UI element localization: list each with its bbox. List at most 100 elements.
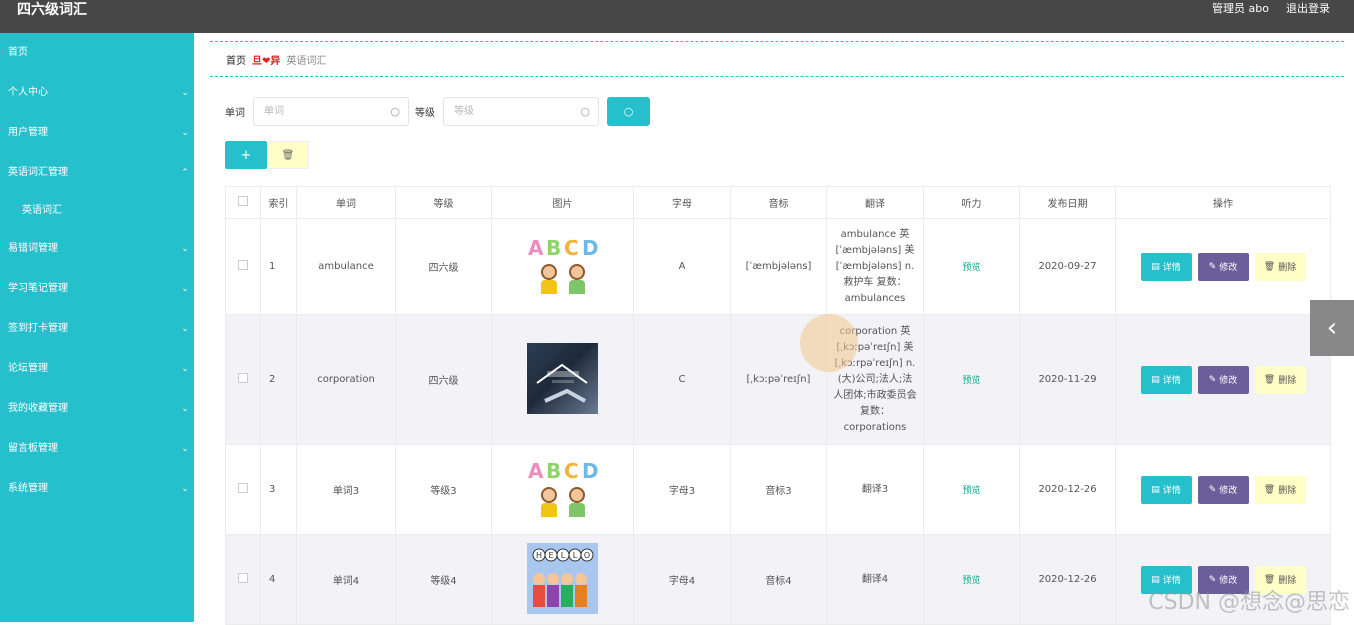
translation-text: 翻译3 <box>827 482 923 498</box>
sidebar-item-system[interactable]: 系统管理⌄ <box>0 469 194 509</box>
preview-link[interactable]: 预览 <box>962 376 980 386</box>
edit-button[interactable]: ✎修改 <box>1198 366 1249 394</box>
row-index: 2 <box>261 315 297 445</box>
collapse-panel-button[interactable]: ‹ <box>1310 300 1354 356</box>
row-level: 四六级 <box>396 219 492 315</box>
business-handshake-image <box>527 343 598 414</box>
hello-kids-image: H E L L O <box>527 543 598 614</box>
sidebar-item-user-management[interactable]: 用户管理⌄ <box>0 113 194 153</box>
sidebar-item-forum[interactable]: 论坛管理⌄ <box>0 349 194 389</box>
row-date: 2020-09-27 <box>1020 219 1116 315</box>
row-image-cell: H E L L O <box>492 535 634 625</box>
document-icon: ▤ <box>1151 375 1160 385</box>
svg-text:L: L <box>573 551 578 560</box>
row-level: 等级3 <box>396 445 492 535</box>
row-date: 2020-12-26 <box>1020 445 1116 535</box>
table-header: 图片 <box>492 187 634 219</box>
edit-icon: ✎ <box>1209 485 1217 495</box>
row-checkbox[interactable] <box>238 483 248 493</box>
edit-button[interactable]: ✎修改 <box>1198 253 1249 281</box>
row-phonetic: [ˈæmbjələns] <box>731 219 827 315</box>
row-phonetic: 音标4 <box>731 535 827 625</box>
table-header: 音标 <box>731 187 827 219</box>
level-label: 等级 <box>415 104 435 119</box>
row-checkbox[interactable] <box>238 260 248 270</box>
admin-name[interactable]: 管理员 abo <box>1212 0 1269 18</box>
svg-text:E: E <box>548 551 553 560</box>
edit-label: 修改 <box>1219 483 1237 496</box>
word-search-field: ○ <box>253 97 409 126</box>
table-row: 2 corporation 四六级 C [ˌkɔːpəˈreɪʃn] <box>226 315 1331 445</box>
top-bar: 四六级词汇 管理员 abo 退出登录 <box>0 0 1354 33</box>
abcd-kids-image: A B C D <box>527 453 598 524</box>
level-search-input[interactable] <box>444 98 574 125</box>
trash-icon: 🗑 <box>1264 262 1275 272</box>
table-row: 3 单词3 等级3 A B C D 字母3 音标3 翻译3 预览 <box>226 445 1331 535</box>
table-header: 字母 <box>634 187 731 219</box>
breadcrumb-current: 英语词汇 <box>286 52 326 67</box>
search-icon: ○ <box>580 105 590 118</box>
sidebar-item-label: 论坛管理 <box>8 363 48 374</box>
plus-icon: + <box>241 148 252 163</box>
row-phonetic: 音标3 <box>731 445 827 535</box>
row-translation: 翻译3 <box>827 445 924 535</box>
row-letter: 字母4 <box>634 535 731 625</box>
sidebar-item-favorites[interactable]: 我的收藏管理⌄ <box>0 389 194 429</box>
sidebar-item-vocabulary-management[interactable]: 英语词汇管理⌃ <box>0 153 194 193</box>
cursor-highlight <box>800 314 858 372</box>
preview-link[interactable]: 预览 <box>962 263 980 273</box>
detail-button[interactable]: ▤详情 <box>1141 253 1192 281</box>
bulk-delete-button[interactable]: 🗑 <box>267 141 309 169</box>
header-select-all[interactable] <box>226 187 261 219</box>
abcd-kids-image: A B C D <box>527 230 598 301</box>
sidebar-item-label: 首页 <box>8 47 28 58</box>
table-row: 1 ambulance 四六级 A B C D A [ˈæmbjələns] a… <box>226 219 1331 315</box>
breadcrumb-home[interactable]: 首页 <box>226 52 246 67</box>
table-header-row: 索引 单词 等级 图片 字母 音标 翻译 听力 发布日期 操作 <box>226 187 1331 219</box>
logout-link[interactable]: 退出登录 <box>1286 0 1330 18</box>
edit-icon: ✎ <box>1209 575 1217 585</box>
trash-icon: 🗑 <box>1264 485 1275 495</box>
breadcrumb-separator: 旦❤异 <box>252 52 280 67</box>
preview-link[interactable]: 预览 <box>962 486 980 496</box>
sidebar-item-vocabulary[interactable]: 英语词汇 <box>0 191 194 231</box>
chevron-down-icon: ⌄ <box>180 229 190 269</box>
word-search-input[interactable] <box>254 98 384 125</box>
svg-text:L: L <box>561 551 566 560</box>
add-button[interactable]: + <box>225 141 267 169</box>
hello-graphic: H E L L O <box>527 543 598 614</box>
chevron-down-icon: ⌄ <box>180 309 190 349</box>
svg-text:H: H <box>536 551 542 560</box>
row-word: 单词4 <box>297 535 396 625</box>
row-checkbox[interactable] <box>238 373 248 383</box>
delete-button[interactable]: 🗑删除 <box>1255 253 1306 281</box>
detail-button[interactable]: ▤详情 <box>1141 476 1192 504</box>
sidebar-item-personal-center[interactable]: 个人中心⌄ <box>0 73 194 113</box>
delete-button[interactable]: 🗑删除 <box>1255 366 1306 394</box>
edit-button[interactable]: ✎修改 <box>1198 476 1249 504</box>
document-icon: ▤ <box>1151 485 1160 495</box>
row-listen: 预览 <box>924 315 1020 445</box>
sidebar-item-message-board[interactable]: 留言板管理⌄ <box>0 429 194 469</box>
document-icon: ▤ <box>1151 575 1160 585</box>
sidebar-item-error-words[interactable]: 易错词管理⌄ <box>0 229 194 269</box>
sidebar-item-home[interactable]: 首页 <box>0 33 194 73</box>
detail-button[interactable]: ▤详情 <box>1141 366 1192 394</box>
table-header: 等级 <box>396 187 492 219</box>
row-operations: ▤详情 ✎修改 🗑删除 <box>1116 219 1331 315</box>
sidebar-item-checkin[interactable]: 签到打卡管理⌄ <box>0 309 194 349</box>
sidebar-item-study-notes[interactable]: 学习笔记管理⌄ <box>0 269 194 309</box>
sidebar-item-label: 用户管理 <box>8 127 48 138</box>
delete-label: 删除 <box>1278 373 1296 386</box>
sidebar-item-label: 系统管理 <box>8 483 48 494</box>
delete-button[interactable]: 🗑删除 <box>1255 476 1306 504</box>
trash-icon: 🗑 <box>282 150 295 161</box>
table-header: 单词 <box>297 187 396 219</box>
row-checkbox[interactable] <box>238 573 248 583</box>
chevron-left-icon: ‹ <box>1327 313 1337 343</box>
table-header: 操作 <box>1116 187 1331 219</box>
level-search-field: ○ <box>443 97 599 126</box>
search-button[interactable]: ○ <box>607 97 650 126</box>
preview-link[interactable]: 预览 <box>962 576 980 586</box>
checkbox[interactable] <box>238 196 248 206</box>
